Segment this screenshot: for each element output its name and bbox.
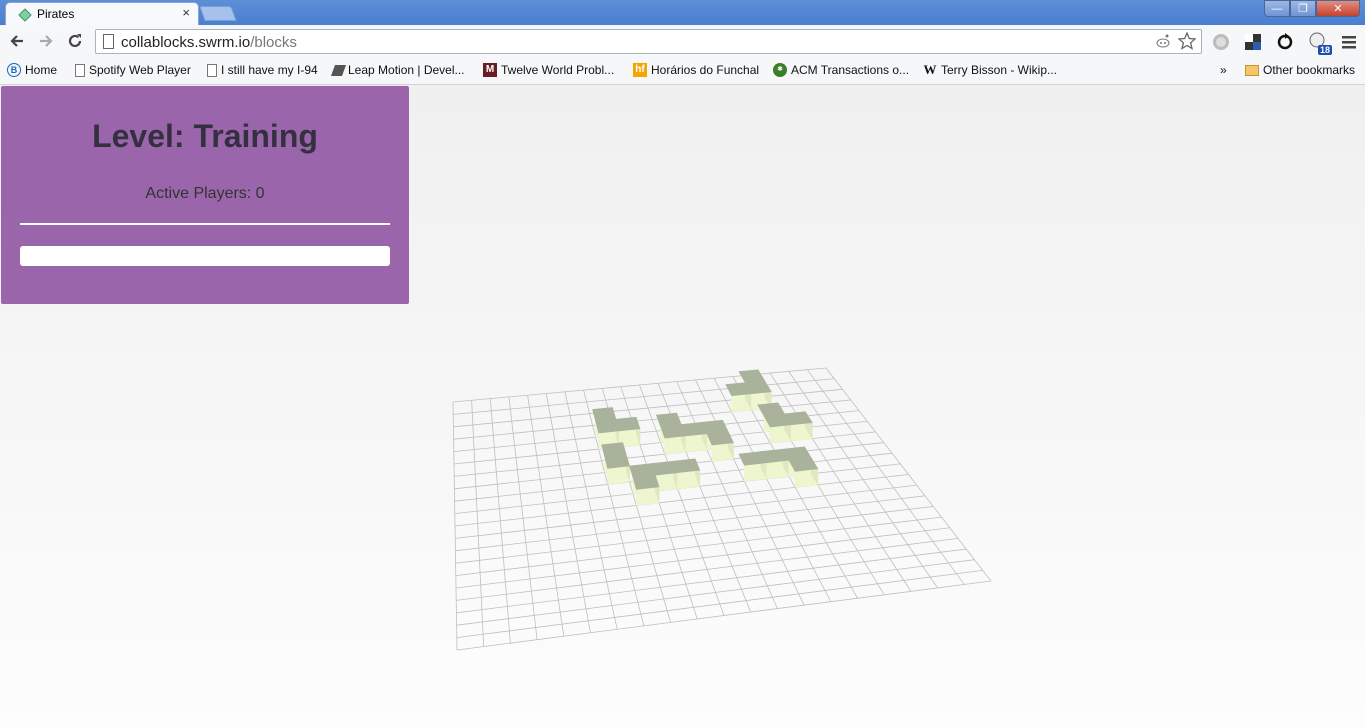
reload-icon[interactable] <box>64 30 86 52</box>
bookmark-twelve-world[interactable]: M Twelve World Probl... <box>483 63 614 77</box>
new-tab-button[interactable] <box>199 6 237 21</box>
block-top-face <box>651 460 678 476</box>
bookmark-label: Terry Bisson - Wikip... <box>941 63 1058 77</box>
url-path: /blocks <box>250 34 297 51</box>
other-bookmarks-label: Other bookmarks <box>1263 63 1356 77</box>
minimize-icon[interactable]: — <box>1264 0 1290 17</box>
bookmark-terry-bisson[interactable]: W Terry Bisson - Wikip... <box>923 62 1058 78</box>
extension-pattern-icon[interactable] <box>1244 33 1262 51</box>
block-cube[interactable] <box>738 451 768 482</box>
extension-badge-icon[interactable]: 18 <box>1308 31 1332 55</box>
grid-line-horizontal <box>456 559 975 626</box>
browser-toolbar: collablocks.swrm.io/blocks 18 <box>0 25 1365 58</box>
restore-icon[interactable]: ❐ <box>1290 0 1316 17</box>
sync-icon[interactable] <box>1276 33 1294 51</box>
other-bookmarks[interactable]: Other bookmarks <box>1245 63 1355 77</box>
grid <box>452 367 992 651</box>
block-top-face <box>615 416 641 432</box>
block-top-face <box>672 458 701 474</box>
bookmark-label: Horários do Funchal <box>651 63 760 77</box>
tab-strip: Pirates × — ❐ ✕ <box>0 0 1365 25</box>
bookmark-acm[interactable]: ✱ ACM Transactions o... <box>773 63 909 77</box>
bookmark-star-icon[interactable] <box>1178 32 1196 50</box>
blocks <box>592 368 819 506</box>
block-top-face <box>632 474 660 490</box>
bookmark-leap-motion[interactable]: Leap Motion | Devel... <box>330 63 465 77</box>
game-board-canvas[interactable] <box>0 85 1365 727</box>
tab-title: Pirates <box>37 7 75 21</box>
bookmark-label: Twelve World Probl... <box>501 63 615 77</box>
address-bar[interactable]: collablocks.swrm.io/blocks <box>95 29 1202 54</box>
block-top-face <box>738 369 766 383</box>
hf-icon: hf <box>633 63 647 77</box>
bookmarks-bar: B Home Spotify Web Player I still have m… <box>0 58 1365 85</box>
wikipedia-icon: W <box>923 62 937 77</box>
folder-icon <box>1245 64 1259 76</box>
m-icon: M <box>483 63 497 77</box>
bookmark-label: Spotify Web Player <box>89 63 191 77</box>
window-controls: — ❐ ✕ <box>1264 0 1360 17</box>
page-icon <box>207 63 217 77</box>
bookmark-label: ACM Transactions o... <box>791 63 910 77</box>
grid-line-horizontal <box>456 548 967 614</box>
bookmark-label: Home <box>25 63 58 77</box>
back-arrow-icon[interactable] <box>6 30 28 52</box>
forward-arrow-icon[interactable] <box>35 30 57 52</box>
omnibox-actions <box>1154 32 1196 50</box>
block-cube[interactable] <box>604 453 630 485</box>
page-icon <box>103 34 114 49</box>
block-cube[interactable] <box>672 458 701 490</box>
extension-badge-count: 18 <box>1317 45 1332 55</box>
window-close-icon[interactable]: ✕ <box>1316 0 1360 17</box>
leap-icon <box>330 64 347 76</box>
bookmark-label: I still have my I-94 <box>221 63 318 77</box>
tab-close-icon[interactable]: × <box>182 5 190 20</box>
block-top-face <box>595 418 620 434</box>
url-text: collablocks.swrm.io/blocks <box>121 34 297 51</box>
reddit-alien-icon[interactable] <box>1154 32 1172 50</box>
bookmark-i94[interactable]: I still have my I-94 <box>207 63 318 77</box>
bookmarks-overflow[interactable]: » <box>1220 63 1227 77</box>
menu-icon[interactable] <box>1340 33 1358 51</box>
block-cube[interactable] <box>615 416 641 448</box>
globe-icon[interactable] <box>1212 33 1230 51</box>
grid-line-horizontal <box>456 569 983 638</box>
acm-icon: ✱ <box>773 63 787 77</box>
bookmark-spotify[interactable]: Spotify Web Player <box>75 63 191 77</box>
diamond-favicon-icon <box>18 8 32 22</box>
url-host: collablocks.swrm.io <box>121 34 251 51</box>
block-top-face <box>706 431 734 446</box>
grid-line-vertical <box>825 367 992 582</box>
bookmark-home[interactable]: B Home <box>7 63 57 77</box>
block-top-face <box>604 453 630 469</box>
block-top-face <box>592 407 617 422</box>
bookmark-label: Leap Motion | Devel... <box>348 63 465 77</box>
tab-pirates[interactable]: Pirates × <box>5 2 199 25</box>
page-icon <box>75 63 85 77</box>
bookmark-horarios[interactable]: hf Horários do Funchal <box>633 63 759 77</box>
bitly-icon: B <box>7 63 21 77</box>
block-cube[interactable] <box>632 474 660 506</box>
